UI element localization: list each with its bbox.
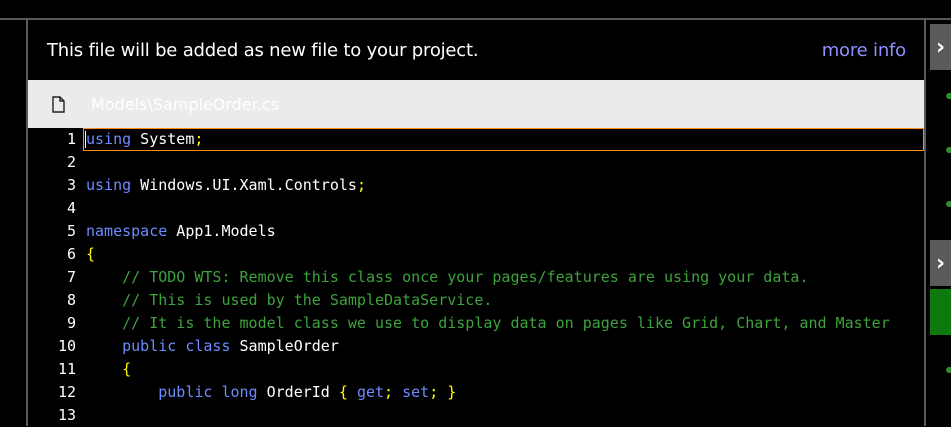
file-name: Models\SampleOrder.cs [91, 94, 279, 114]
code-text: using System; [86, 128, 203, 151]
line-number: 2 [66, 153, 76, 171]
code-token: get [356, 383, 385, 401]
right-divider [924, 20, 926, 426]
selected-item-indicator [930, 289, 951, 335]
line-number: 12 [57, 383, 76, 401]
code-token: using [86, 130, 132, 148]
line-number: 13 [57, 406, 76, 424]
code-token: public [122, 337, 177, 355]
code-line: 4 [28, 197, 924, 220]
code-token: class [185, 337, 231, 355]
code-line: 8 // This is used by the SampleDataServi… [28, 289, 924, 312]
code-token: } [447, 383, 457, 401]
line-number: 7 [66, 268, 76, 286]
line-number: 5 [66, 222, 76, 240]
code-token: App1.Models [167, 222, 276, 240]
code-token: namespace [86, 222, 168, 240]
code-token: System [131, 130, 195, 148]
collapse-button[interactable]: › [930, 24, 951, 70]
code-text: { [86, 243, 95, 266]
code-token: { [338, 383, 348, 401]
line-number: 10 [57, 337, 76, 355]
code-text: public class SampleOrder [86, 335, 339, 358]
chevron-right-icon: › [935, 34, 946, 60]
code-text: namespace App1.Models [86, 220, 276, 243]
code-line: 10 public class SampleOrder [28, 335, 924, 358]
code-text: // This is used by the SampleDataService… [86, 289, 492, 312]
code-token: using [86, 176, 132, 194]
code-text: { [86, 358, 131, 381]
code-line: 7 // TODO WTS: Remove this class once yo… [28, 266, 924, 289]
code-line: 6{ [28, 243, 924, 266]
code-token: ; [384, 383, 394, 401]
current-line-highlight [83, 128, 924, 151]
code-token: SampleOrder [230, 337, 339, 355]
chevron-right-icon: › [935, 250, 946, 276]
code-token: // This is used by the SampleDataService… [122, 291, 493, 309]
file-header: Models\SampleOrder.cs [28, 80, 924, 128]
line-number: 6 [66, 245, 76, 263]
status-dot [946, 201, 951, 207]
code-line: 12 public long OrderId { get; set; } [28, 381, 924, 404]
code-text: public long OrderId { get; set; } [86, 381, 456, 404]
code-token: OrderId [257, 383, 339, 401]
code-token: set [402, 383, 430, 401]
code-token: long [221, 383, 258, 401]
code-line: 13 [28, 404, 924, 427]
code-text: using Windows.UI.Xaml.Controls; [86, 174, 366, 197]
code-line: 2 [28, 151, 924, 174]
code-line: 3 using Windows.UI.Xaml.Controls; [28, 174, 924, 197]
code-token: // It is the model class we use to displ… [122, 314, 890, 332]
banner-message: This file will be added as new file to y… [47, 39, 479, 61]
code-editor[interactable]: 1 using System; 2 3 using Windows.UI.Xaml.Co… [28, 128, 924, 426]
line-number: 4 [66, 199, 76, 217]
info-banner: This file will be added as new file to y… [28, 20, 924, 80]
code-token: { [122, 360, 132, 378]
status-dot [946, 147, 951, 153]
line-number: 8 [66, 291, 76, 309]
code-text: // TODO WTS: Remove this class once your… [86, 266, 808, 289]
line-number: 9 [66, 314, 76, 332]
line-number: 3 [66, 176, 76, 194]
code-line: 11 { [28, 358, 924, 381]
line-number: 1 [66, 130, 76, 148]
more-info-link[interactable]: more info [822, 40, 907, 61]
code-token: // TODO WTS: Remove this class once your… [122, 268, 809, 286]
code-line: 1 using System; [28, 128, 924, 151]
collapse-button-secondary[interactable]: › [930, 240, 951, 286]
code-token: Windows.UI.Xaml.Controls [131, 176, 357, 194]
code-token: public [158, 383, 213, 401]
line-number: 11 [57, 360, 76, 378]
right-strip [924, 20, 951, 426]
status-dot [946, 367, 951, 373]
code-token: ; [356, 176, 366, 194]
code-token: ; [194, 130, 204, 148]
code-text: // It is the model class we use to displ… [86, 312, 890, 335]
new-file-preview-panel: This file will be added as new file to y… [28, 20, 924, 426]
code-line: 5 namespace App1.Models [28, 220, 924, 243]
code-line: 9 // It is the model class we use to dis… [28, 312, 924, 335]
document-icon [52, 95, 65, 113]
top-strip [0, 0, 951, 18]
status-dot [946, 93, 951, 99]
code-token: { [86, 245, 96, 263]
code-token: ; [429, 383, 439, 401]
